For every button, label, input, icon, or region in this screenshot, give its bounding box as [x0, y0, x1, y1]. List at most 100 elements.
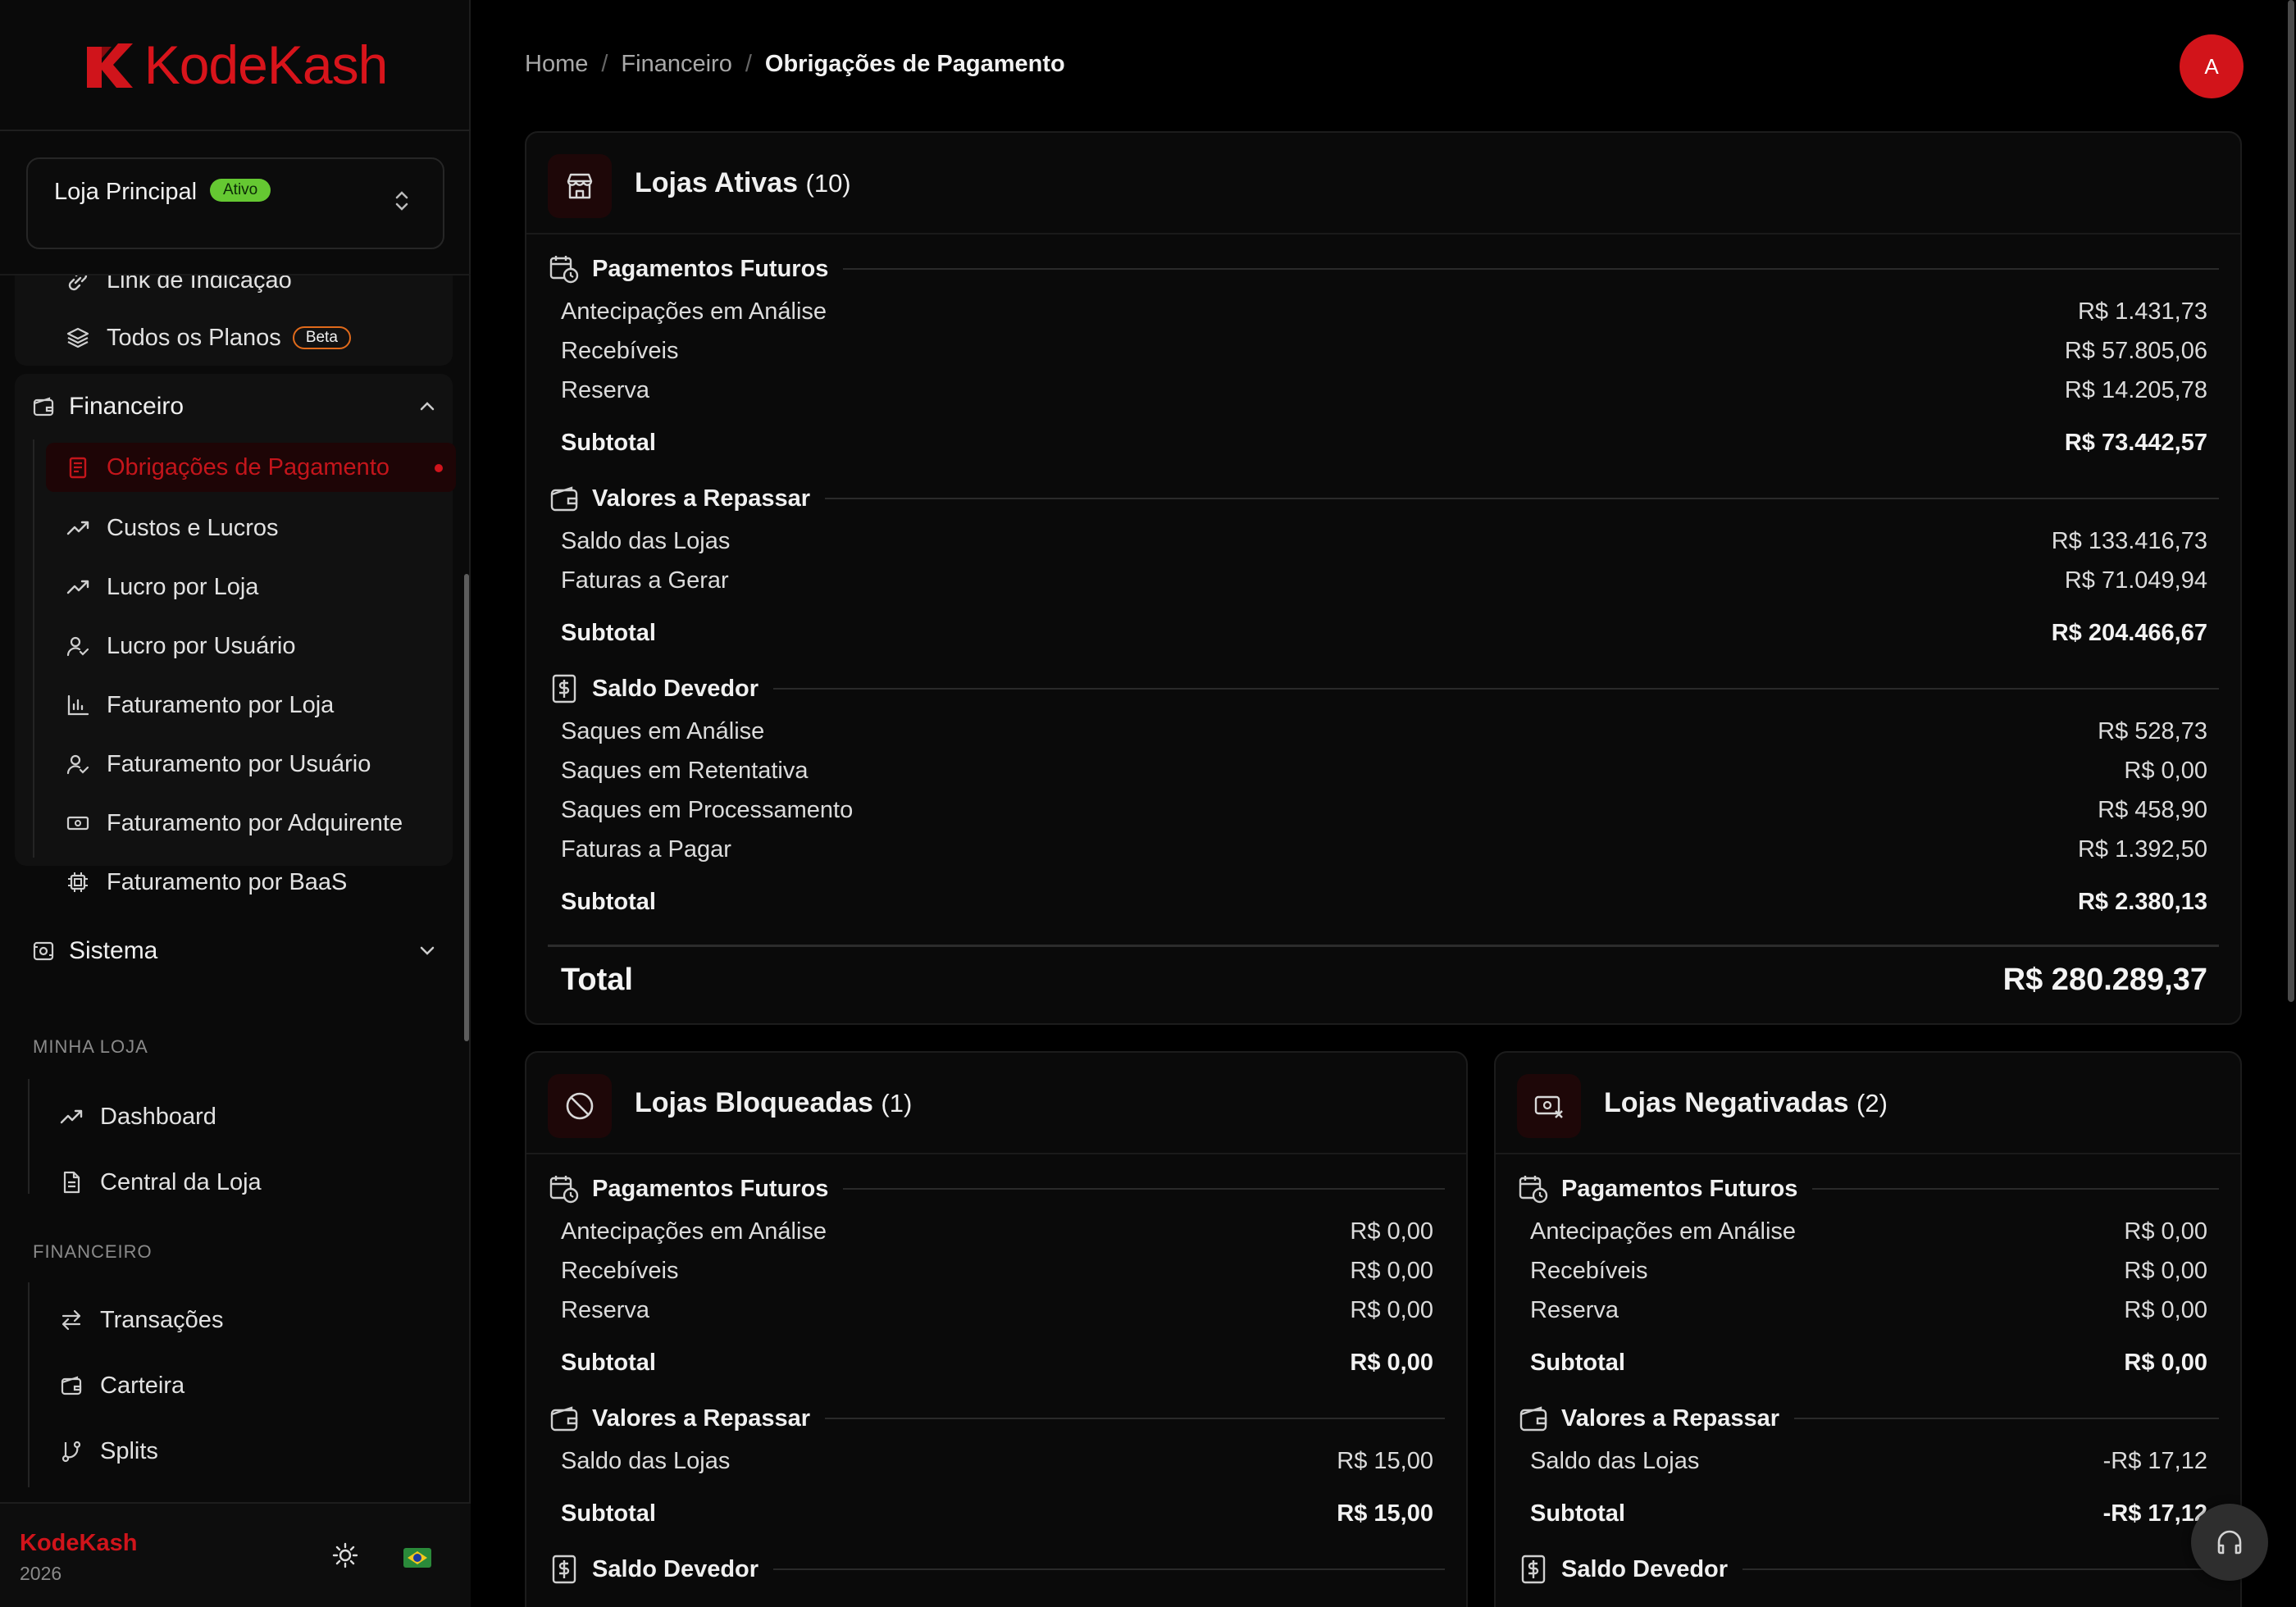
sidebar-item-label: Custos e Lucros — [107, 514, 279, 541]
section-divider — [843, 1188, 1445, 1190]
total-label: Total — [561, 962, 633, 997]
sun-icon[interactable] — [331, 1541, 359, 1569]
sidebar-item-label: Faturamento por Usuário — [107, 750, 371, 777]
row-faturas-pagar: Faturas a Pagar R$ 1.392,50 — [561, 833, 2207, 866]
sidebar-item-faturamento-usuario[interactable]: Faturamento por Usuário — [64, 740, 371, 789]
brazil-flag-icon[interactable] — [403, 1548, 431, 1568]
row-value: R$ 0,00 — [2124, 757, 2207, 784]
sidebar-item-carteira[interactable]: Carteira — [57, 1361, 184, 1410]
page-scrollbar[interactable] — [2288, 0, 2294, 1002]
sidebar-item-central-loja[interactable]: Central da Loja — [57, 1158, 262, 1207]
sidebar-group-label: Financeiro — [69, 393, 184, 420]
section-pagamentos-futuros: Pagamentos Futuros — [548, 1171, 1445, 1207]
row-value: R$ 0,00 — [1350, 1349, 1433, 1376]
breadcrumb-financeiro[interactable]: Financeiro — [621, 51, 731, 78]
chevron-up-icon — [420, 402, 435, 411]
chevron-down-icon — [420, 946, 435, 955]
row-label: Reserva — [561, 376, 649, 403]
sidebar-item-lucro-usuario[interactable]: Lucro por Usuário — [64, 621, 296, 671]
sidebar-item-label: Obrigações de Pagamento — [107, 453, 390, 480]
row-saldo-lojas: Saldo das Lojas -R$ 17,12 — [1530, 1445, 2207, 1477]
row-value: R$ 0,00 — [1350, 1257, 1433, 1284]
sidebar-scrollbar[interactable] — [464, 574, 469, 1041]
calendar-clock-icon — [548, 1172, 581, 1205]
sidebar-item-transacoes[interactable]: Transações — [57, 1295, 223, 1345]
card-title: Lojas Bloqueadas (1) — [635, 1087, 912, 1119]
row-value: R$ 133.416,73 — [2051, 527, 2207, 554]
row-label: Subtotal — [1530, 1500, 1625, 1527]
row-value: R$ 528,73 — [2098, 717, 2207, 744]
sidebar-item-label: Transações — [100, 1306, 224, 1333]
card-count: (10) — [805, 169, 851, 198]
row-subtotal: Subtotal R$ 73.442,57 — [561, 426, 2207, 459]
section-label: Pagamentos Futuros — [1561, 1175, 1798, 1202]
row-label: Saldo das Lojas — [561, 527, 731, 554]
section-divider — [825, 498, 2219, 499]
store-status-badge: Ativo — [210, 179, 271, 202]
row-subtotal: Subtotal R$ 204.466,67 — [561, 617, 2207, 649]
card-title-text: Lojas Ativas — [635, 167, 799, 198]
support-button[interactable] — [2191, 1504, 2268, 1581]
row-label: Subtotal — [1530, 1349, 1625, 1376]
row-subtotal: Subtotal R$ 0,00 — [1530, 1346, 2207, 1379]
row-subtotal: Subtotal R$ 15,00 — [561, 1497, 1433, 1530]
user-avatar[interactable]: A — [2180, 34, 2244, 98]
row-antecipacoes: Antecipações em Análise R$ 0,00 — [1530, 1215, 2207, 1248]
arrows-left-right-icon — [57, 1306, 85, 1334]
sidebar-item-obrigacoes-pagamento[interactable]: Obrigações de Pagamento — [46, 443, 456, 492]
row-value: R$ 458,90 — [2098, 796, 2207, 823]
sidebar-item-faturamento-adquirente[interactable]: Faturamento por Adquirente — [64, 799, 403, 848]
logo[interactable]: KodeKash — [0, 0, 471, 131]
sidebar-item-label: Faturamento por BaaS — [107, 868, 348, 895]
sidebar-item-splits[interactable]: Splits — [57, 1427, 158, 1476]
link-icon — [64, 275, 92, 294]
trending-up-icon — [57, 1103, 85, 1131]
card-lojas-negativadas: Lojas Negativadas (2) Pagamentos Futuros… — [1494, 1051, 2242, 1607]
sidebar-item-label: Lucro por Loja — [107, 573, 259, 600]
footer-brand: KodeKash — [20, 1530, 138, 1556]
sidebar-item-lucro-loja[interactable]: Lucro por Loja — [64, 562, 258, 612]
sidebar-item-label: Splits — [100, 1437, 158, 1464]
row-label: Antecipações em Análise — [561, 1218, 827, 1245]
row-value: R$ 71.049,94 — [2064, 567, 2207, 594]
row-label: Subtotal — [561, 429, 656, 456]
row-saques-analise: Saques em Análise R$ 528,73 — [561, 715, 2207, 748]
tree-line — [28, 1282, 30, 1487]
row-label: Subtotal — [561, 888, 656, 915]
sidebar-group-financeiro[interactable]: Financeiro — [30, 382, 440, 431]
headphones-icon — [2217, 1530, 2242, 1555]
sidebar-item-faturamento-loja[interactable]: Faturamento por Loja — [64, 681, 334, 730]
sidebar-item-todos-planos[interactable]: Todos os Planos Beta — [64, 313, 351, 362]
total-divider — [548, 945, 2219, 947]
card-title: Lojas Ativas (10) — [635, 167, 851, 199]
sidebar-item-label: Central da Loja — [100, 1168, 262, 1195]
sidebar-item-custos-lucros[interactable]: Custos e Lucros — [64, 503, 279, 553]
row-label: Reserva — [561, 1296, 649, 1323]
breadcrumb-home[interactable]: Home — [525, 51, 588, 78]
row-label: Saques em Retentativa — [561, 757, 809, 784]
sidebar-group-label: Sistema — [69, 937, 158, 964]
row-saldo-lojas: Saldo das Lojas R$ 15,00 — [561, 1445, 1433, 1477]
section-label: Valores a Repassar — [592, 1404, 811, 1432]
row-label: Subtotal — [561, 619, 656, 646]
breadcrumb-separator: / — [601, 51, 608, 77]
wallet-icon — [30, 393, 57, 421]
sidebar-item-label: Link de Indicação — [107, 275, 292, 294]
section-label: Valores a Repassar — [592, 485, 811, 512]
sidebar-item-link-indicacao[interactable]: Link de Indicação — [64, 275, 292, 305]
row-subtotal: Subtotal R$ 0,00 — [561, 1346, 1433, 1379]
card-header: Lojas Ativas (10) — [526, 133, 2240, 234]
sidebar-item-faturamento-baas[interactable]: Faturamento por BaaS — [64, 858, 347, 907]
logo-text: KodeKash — [144, 34, 389, 95]
total-value: R$ 280.289,37 — [2002, 962, 2207, 997]
sidebar-group-sistema[interactable]: Sistema — [30, 926, 440, 976]
store-selector[interactable]: Loja Principal Ativo — [26, 157, 444, 249]
card-lojas-ativas: Lojas Ativas (10) Pagamentos Futuros Ant… — [525, 131, 2242, 1025]
beta-badge: Beta — [292, 326, 351, 349]
section-divider — [843, 268, 2219, 270]
row-label: Antecipações em Análise — [561, 298, 827, 325]
row-value: -R$ 17,12 — [2102, 1500, 2207, 1527]
sidebar-item-dashboard[interactable]: Dashboard — [57, 1092, 216, 1141]
dollar-receipt-icon — [1517, 1553, 1550, 1586]
card-count: (2) — [1856, 1089, 1888, 1118]
